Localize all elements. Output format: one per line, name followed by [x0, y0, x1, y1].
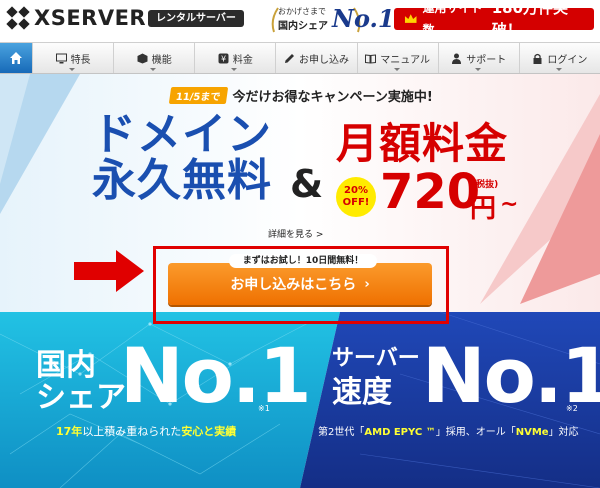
domain-line-1: ドメイン	[92, 109, 272, 160]
xserver-logo-icon	[6, 6, 30, 30]
price-value: 720	[380, 164, 481, 220]
chevron-down-icon	[393, 68, 400, 71]
server-label: サーバー	[332, 346, 420, 371]
share-no1: No.1	[332, 4, 395, 33]
discount-off: OFF!	[342, 197, 370, 208]
chevron-down-icon	[150, 68, 157, 71]
caption-text: 以上積み重ねられた	[82, 425, 182, 438]
share-line-2: 国内シェア	[278, 21, 328, 32]
nav-apply[interactable]: お申し込み	[275, 43, 356, 73]
domestic-share-label: 国内 シェア	[36, 350, 126, 414]
site-count-value: 180万件突破！	[491, 0, 569, 39]
price-tilde: ~	[500, 192, 519, 217]
chevron-down-icon	[69, 68, 76, 71]
monthly-fee-headline: 月額料金	[336, 119, 509, 168]
domestic-share-line-1: 国内	[36, 348, 96, 383]
nav-label: 特長	[70, 54, 91, 66]
domain-free-headline: ドメイン 永久無料	[92, 112, 272, 204]
caption-part: 第2世代「	[318, 427, 365, 438]
nav-label: マニュアル	[380, 54, 430, 66]
nav-label: サポート	[466, 54, 507, 66]
campaign-banner: 11/5まで 今だけお得なキャンペーン実施中!	[168, 86, 433, 105]
nav-home[interactable]	[0, 43, 32, 73]
brand-name: XSERVER	[34, 6, 147, 30]
footnote-2: ※2	[566, 404, 578, 413]
track-record-caption: 17年以上積み重ねられた安心と実績	[56, 423, 236, 439]
nav-label: ログイン	[547, 54, 588, 66]
nav-support[interactable]: サポート	[437, 43, 519, 73]
discount-badge: 20% OFF!	[336, 177, 376, 217]
site-header: XSERVER レンタルサーバー おかげさまで 国内シェア No.1 運用サイト…	[0, 0, 600, 40]
years-highlight: 17年	[56, 425, 83, 438]
chevron-down-icon	[555, 68, 562, 71]
global-nav: 特長 機能 ¥ 料金 お申し込み マニュアル サポート ログイン	[0, 42, 600, 74]
chevron-down-icon	[231, 68, 238, 71]
nvme-highlight: NVMe	[515, 427, 549, 438]
home-icon	[10, 52, 22, 64]
nav-label: 機能	[151, 54, 172, 66]
amd-epyc-highlight: AMD EPYC ™	[364, 427, 436, 438]
site-count-badge: 運用サイト数 180万件突破！	[394, 0, 594, 39]
domestic-share-line-2: シェア	[36, 380, 126, 415]
nav-login[interactable]: ログイン	[518, 43, 600, 73]
apply-button-label: お申し込みはこちら	[230, 277, 357, 293]
campaign-text: 今だけお得なキャンペーン実施中!	[232, 90, 433, 105]
caption-part: 」採用、オール「	[435, 427, 516, 438]
speed-label: 速度	[332, 375, 392, 410]
nav-functions[interactable]: 機能	[113, 43, 194, 73]
chevron-down-icon	[474, 68, 481, 71]
detail-link[interactable]: 詳細を見る >	[268, 227, 323, 240]
nav-manual[interactable]: マニュアル	[356, 43, 438, 73]
site-count-prefix: 運用サイト数	[422, 1, 483, 37]
campaign-hero[interactable]: 11/5まで 今だけお得なキャンペーン実施中! ドメイン 永久無料 & 月額料金…	[0, 74, 600, 488]
share-line-1: おかげさまで	[278, 7, 326, 16]
share-no1-large: No.1	[120, 331, 312, 420]
free-trial-note: まずはお試し！10日間無料！	[229, 254, 377, 268]
person-icon	[452, 53, 462, 64]
share-no1-badge: おかげさまで 国内シェア No.1	[270, 2, 395, 38]
nav-features[interactable]: 特長	[32, 43, 113, 73]
crown-icon	[404, 14, 417, 23]
discount-percent: 20%	[344, 185, 368, 196]
svg-text:¥: ¥	[221, 54, 226, 63]
xserver-logo[interactable]: XSERVER	[6, 6, 146, 30]
campaign-date: 11/5まで	[168, 87, 228, 104]
caption-part: 」対応	[548, 427, 579, 438]
reliability-highlight: 安心と実績	[181, 425, 237, 438]
pencil-icon	[284, 53, 294, 63]
monitor-icon	[55, 53, 67, 63]
rental-server-badge: レンタルサーバー	[148, 10, 244, 27]
ampersand: &	[290, 162, 324, 206]
cube-icon	[137, 53, 148, 63]
yen-icon: ¥	[218, 53, 229, 63]
lock-icon	[533, 53, 542, 64]
nav-pricing[interactable]: ¥ 料金	[194, 43, 275, 73]
arrow-right-icon	[74, 250, 144, 292]
footnote-1: ※1	[258, 404, 270, 413]
hardware-caption: 第2世代「AMD EPYC ™」採用、オール「NVMe」対応	[318, 423, 579, 438]
nav-label: お申し込み	[298, 54, 349, 66]
nav-label: 料金	[232, 54, 253, 66]
apply-button[interactable]: お申し込みはこちら ›	[168, 263, 432, 305]
chevron-right-icon: ›	[364, 276, 370, 292]
book-icon	[365, 53, 377, 64]
price-yen: 円	[470, 194, 497, 224]
domain-line-2: 永久無料	[92, 155, 272, 206]
